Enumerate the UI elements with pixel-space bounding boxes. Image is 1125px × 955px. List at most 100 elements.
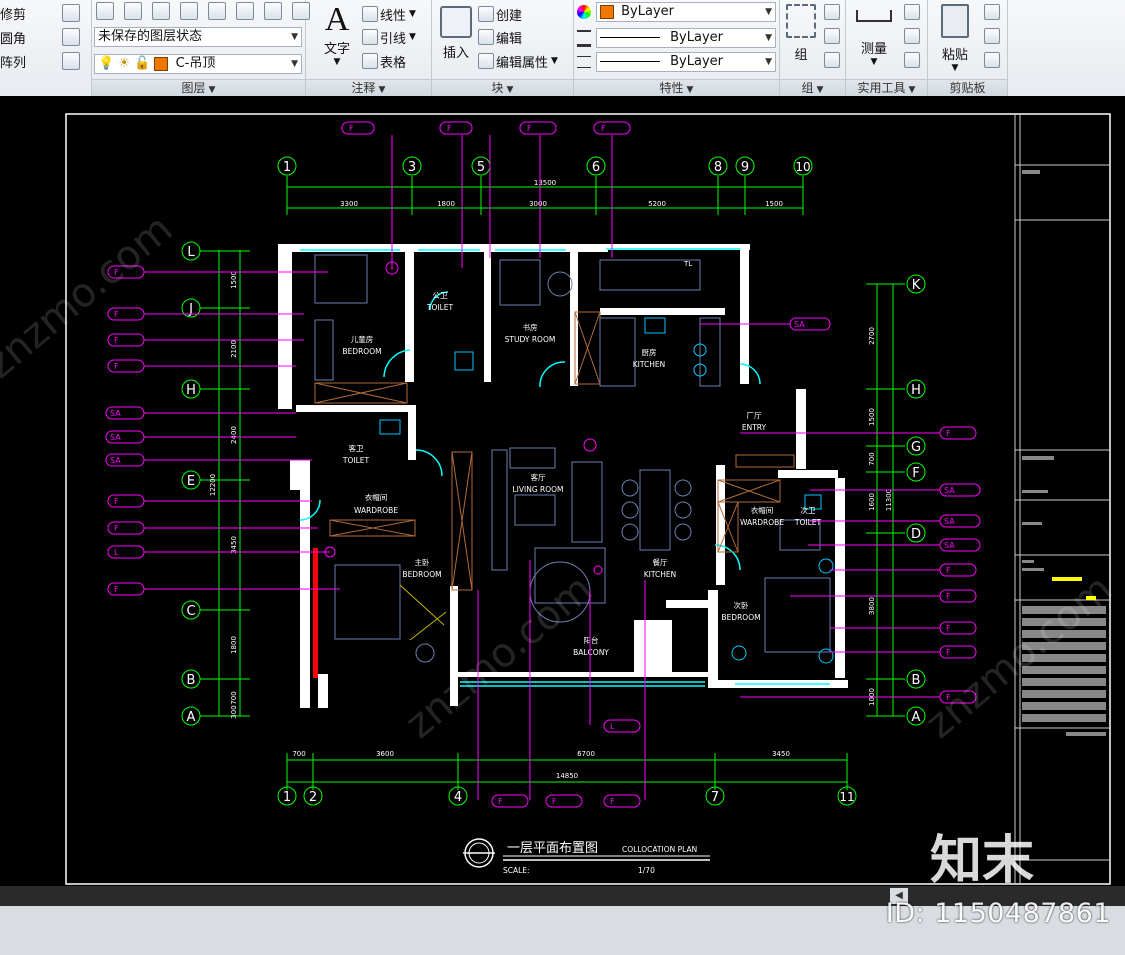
create-block-button[interactable]: 创建 [478, 3, 522, 25]
watermark-id: ID: 1150487861 [885, 898, 1111, 929]
cut-icon[interactable] [984, 4, 1000, 20]
grid-bubbles-top: 1 3 5 6 8 9 10 [277, 156, 813, 176]
chevron-down-icon: ▼ [765, 7, 772, 17]
room-label-en: BEDROOM [402, 570, 441, 579]
linetype-combo[interactable]: ByLayer ▼ [596, 52, 776, 72]
pencil-icon[interactable] [62, 4, 80, 22]
array-label: 阵列 [0, 55, 27, 71]
edit-block-button[interactable]: 编辑 [478, 26, 522, 48]
layer-freeze-icon[interactable] [264, 2, 282, 20]
room-label-en: STUDY ROOM [505, 335, 556, 344]
title-block [1014, 114, 1110, 884]
edit-block-icon [478, 29, 494, 45]
tag-letter: F [946, 624, 951, 633]
dim-right: 2700 [868, 327, 876, 345]
match-properties-icon[interactable] [984, 52, 1000, 68]
properties-panel-title[interactable]: 特性 ▼ [574, 79, 779, 96]
layer-match-icon[interactable] [152, 2, 170, 20]
stretch-icon[interactable] [62, 52, 80, 70]
linetype-icon [577, 56, 591, 68]
text-button[interactable]: A 文字 ▼ [312, 2, 362, 68]
drawing-canvas[interactable]: 1 3 5 6 8 9 10 1 2 4 7 11 L J H E C B A … [0, 96, 1125, 906]
block-panel-title[interactable]: 块 ▼ [432, 79, 573, 96]
block-panel: 插入 创建 编辑 编辑属性 ▼ 块 ▼ [432, 0, 574, 96]
utilities-panel-title[interactable]: 实用工具 ▼ [846, 79, 927, 96]
table-label: 表格 [380, 55, 407, 71]
layer-previous-icon[interactable] [124, 2, 142, 20]
layers-panel-title[interactable]: 图层 ▼ [92, 79, 305, 96]
copy-icon[interactable] [984, 28, 1000, 44]
chevron-down-icon: ▼ [333, 57, 341, 67]
grid-label-left: H [186, 383, 196, 398]
fillet-button[interactable]: 圆角 [0, 26, 26, 48]
layers-panel: 未保存的图层状态 ▼ 💡 ☀ 🔓 C-吊顶 ▼ 图层 ▼ [92, 0, 310, 96]
dim-bottom: 6700 [577, 750, 595, 758]
layer-isolate-icon[interactable] [180, 2, 198, 20]
grid-label-right: H [911, 383, 921, 398]
room-label-en: ENTRY [742, 423, 767, 432]
clipboard-panel-title[interactable]: 剪贴板 [928, 79, 1007, 96]
grid-label-left: A [187, 710, 196, 725]
paste-button[interactable]: 粘贴 ▼ [932, 4, 978, 73]
insert-button[interactable]: 插入 [436, 6, 476, 61]
table-button[interactable]: 表格 [362, 50, 406, 72]
clipboard-panel: 粘贴 ▼ 剪贴板 [928, 0, 1008, 96]
layer-off-icon[interactable] [236, 2, 254, 20]
group-edit-icon[interactable] [824, 28, 840, 44]
room-label-en: WARDROBE [354, 506, 398, 515]
chevron-down-icon: ▼ [765, 33, 772, 43]
layer-state-combo[interactable]: 未保存的图层状态 ▼ [94, 27, 302, 47]
quick-select-icon[interactable] [904, 4, 920, 20]
block-panel-title-text: 块 [491, 81, 504, 95]
edit-attributes-button[interactable]: 编辑属性 ▼ [478, 50, 558, 72]
layer-unisolate-icon[interactable] [208, 2, 226, 20]
tag-letter: L [114, 548, 119, 557]
array-button[interactable]: 阵列 [0, 50, 26, 72]
current-layer-combo[interactable]: 💡 ☀ 🔓 C-吊顶 ▼ [94, 54, 302, 74]
group-panel-title[interactable]: 组 ▼ [780, 79, 845, 96]
grid-label-top: 1 [283, 160, 291, 175]
measure-label: 测量 [860, 42, 887, 57]
ungroup-icon[interactable] [824, 4, 840, 20]
trim-button[interactable]: 修剪 [0, 2, 26, 24]
dim-left: 700 [230, 691, 238, 704]
dropdown-triangle-icon: ▼ [908, 85, 916, 95]
lineweight-combo[interactable]: ByLayer ▼ [596, 28, 776, 48]
group-button[interactable]: 组 [782, 4, 820, 63]
room-label-cn: 公卫 [433, 291, 448, 300]
chevron-down-icon: ▼ [870, 57, 878, 67]
tag-letter: F [946, 592, 951, 601]
room-label-en: BALCONY [573, 648, 609, 657]
copy-object-icon[interactable] [62, 28, 80, 46]
layer-color-swatch [154, 56, 169, 71]
chevron-down-icon: ▼ [291, 32, 298, 42]
linear-label: 线性 [380, 8, 407, 24]
floor-plan-svg: 1 3 5 6 8 9 10 1 2 4 7 11 L J H E C B A … [0, 113, 1121, 891]
chevron-down-icon: ▼ [951, 63, 959, 73]
sun-icon: ☀ [118, 56, 130, 71]
calculator-icon[interactable] [904, 52, 920, 68]
group-select-icon[interactable] [824, 52, 840, 68]
kitchen-tl-label: TL [683, 260, 692, 268]
layer-properties-icon[interactable] [96, 2, 114, 20]
room-label-en: WARDROBE [740, 518, 784, 527]
tag-letter: SA [110, 456, 121, 465]
clipboard-icon [941, 4, 969, 38]
dim-bottom: 700 [292, 750, 305, 758]
layers-panel-title-text: 图层 [181, 81, 206, 95]
yellow-leader-lines [399, 584, 447, 641]
measure-button[interactable]: 测量 ▼ [850, 6, 898, 67]
tag-letter: F [946, 566, 951, 575]
dim-top: 3000 [529, 200, 547, 208]
annotation-panel-title[interactable]: 注释 ▼ [306, 79, 431, 96]
select-all-icon[interactable] [904, 28, 920, 44]
linear-dimension-button[interactable]: 线性 ▼ [362, 3, 416, 25]
leader-button[interactable]: 引线 ▼ [362, 26, 416, 48]
title-en: COLLOCATION PLAN [622, 845, 697, 854]
ruler-icon [856, 10, 892, 22]
edit-attributes-icon [478, 53, 494, 69]
room-label-en: BEDROOM [721, 613, 760, 622]
chevron-down-icon: ▼ [409, 32, 416, 42]
room-label-cn: 厨房 [642, 347, 657, 357]
color-combo[interactable]: ByLayer ▼ [596, 2, 776, 22]
